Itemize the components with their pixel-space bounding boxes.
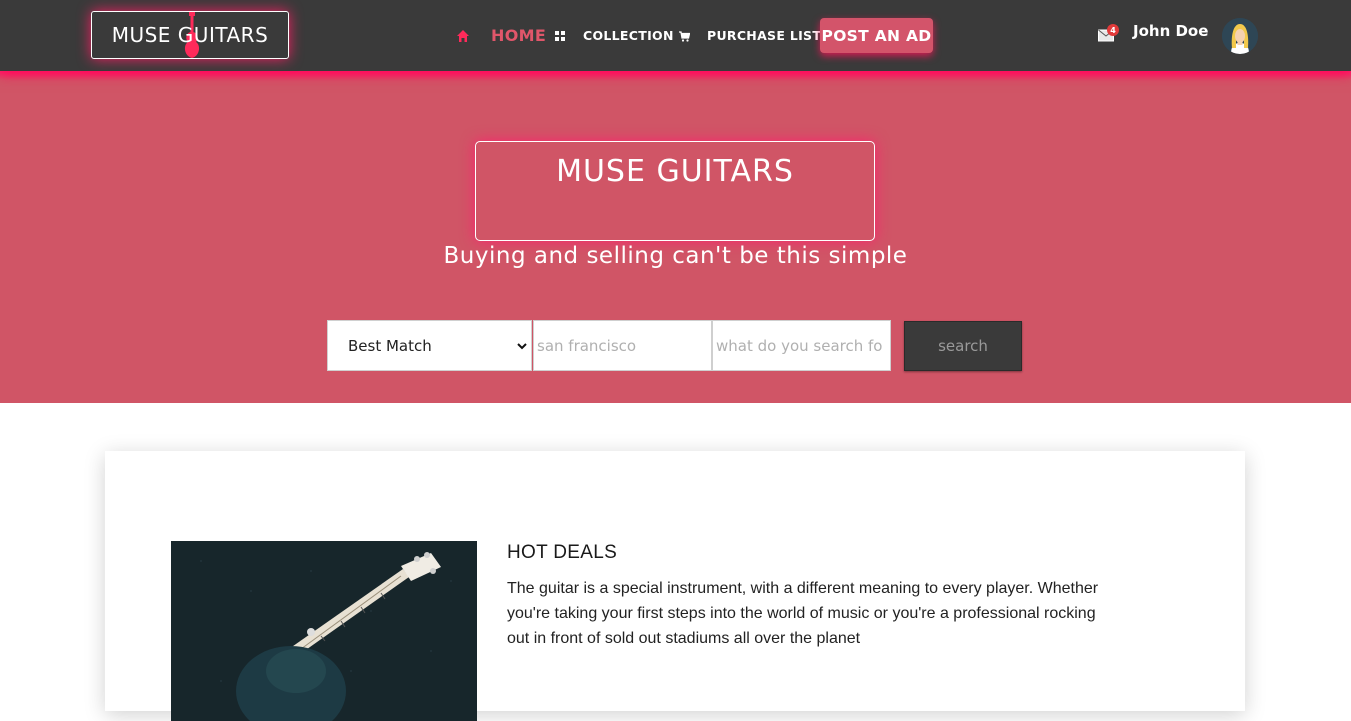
sort-select[interactable]: Best Match [327, 320, 532, 371]
hero-title: MUSE GUITARS [556, 154, 794, 189]
guitar-image [171, 541, 477, 721]
chevron-down-icon [517, 343, 527, 350]
user-name[interactable]: John Doe [1133, 22, 1208, 40]
logo-text: MUSE GUITARS [111, 23, 269, 47]
cart-icon [679, 31, 690, 42]
post-ad-button[interactable]: POST AN AD [820, 18, 933, 53]
location-placeholder: san francisco [537, 336, 637, 355]
location-input[interactable]: san francisco [533, 320, 712, 371]
hot-deals-card: HOT DEALS The guitar is a special instru… [105, 451, 1245, 721]
hot-deals-title: HOT DEALS [507, 542, 618, 563]
nav-collection[interactable]: COLLECTION [583, 0, 674, 71]
avatar[interactable] [1222, 18, 1258, 54]
sort-selected-value: Best Match [348, 336, 432, 355]
hero-title-box: MUSE GUITARS [475, 141, 875, 241]
hero-section: MUSE GUITARS Buying and selling can't be… [0, 71, 1351, 403]
search-button[interactable]: search [904, 321, 1022, 371]
message-count-badge: 4 [1107, 24, 1119, 36]
navbar-glow [0, 71, 1351, 80]
hero-subtitle: Buying and selling can't be this simple [443, 243, 908, 269]
logo[interactable]: MUSE GUITARS [91, 11, 289, 59]
search-placeholder: what do you search fo [716, 336, 883, 355]
nav-purchase-list[interactable]: PURCHASE LIST [707, 0, 821, 71]
top-navbar: MUSE GUITARS HOME COLLECTION PURCHASE LI… [0, 0, 1351, 71]
home-icon[interactable] [456, 29, 470, 43]
grid-icon [555, 31, 565, 41]
avatar-image [1222, 18, 1258, 54]
guitar-photo [171, 541, 477, 721]
nav-home[interactable]: HOME [491, 0, 546, 71]
search-input[interactable]: what do you search fo [712, 320, 891, 371]
